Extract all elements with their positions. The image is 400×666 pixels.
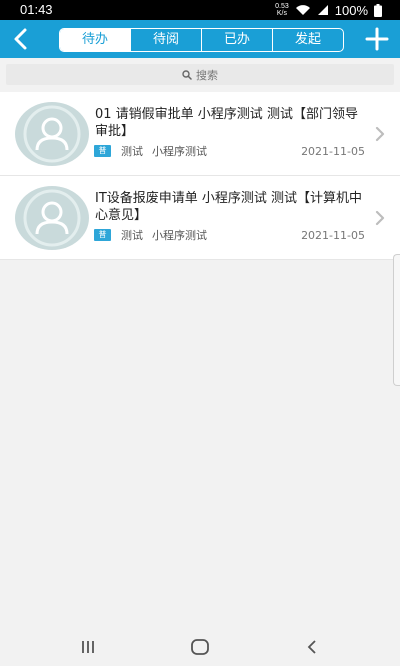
status-time: 01:43 <box>20 2 53 17</box>
list-item[interactable]: 01 请销假审批单 小程序测试 测试【部门领导审批】 普 测试 小程序测试 202… <box>0 92 400 176</box>
user-avatar-icon <box>15 102 89 166</box>
system-nav-bar <box>0 628 400 666</box>
item-date: 2021-11-05 <box>301 145 365 158</box>
system-back-button[interactable] <box>300 637 324 657</box>
tab-done[interactable]: 已办 <box>201 29 272 51</box>
signal-icon <box>317 5 328 15</box>
status-icons: 0.53 K/s 100% <box>275 1 382 19</box>
item-tag: 测试 <box>121 145 143 158</box>
list-item[interactable]: IT设备报废申请单 小程序测试 测试【计算机中心意见】 普 测试 小程序测试 20… <box>0 176 400 260</box>
item-tag: 小程序测试 <box>152 145 207 158</box>
wifi-icon <box>295 5 310 15</box>
chevron-left-icon <box>14 28 27 50</box>
priority-badge: 普 <box>94 229 111 241</box>
priority-badge: 普 <box>94 145 111 157</box>
item-meta: 测试 小程序测试 <box>121 145 207 159</box>
item-tag: 测试 <box>121 229 143 242</box>
task-list: 01 请销假审批单 小程序测试 测试【部门领导审批】 普 测试 小程序测试 202… <box>0 92 400 260</box>
search-label: 搜索 <box>196 68 218 82</box>
network-speed-value: 0.53 <box>275 3 289 10</box>
recent-apps-button[interactable] <box>76 637 100 657</box>
battery-icon <box>374 3 382 17</box>
home-button[interactable] <box>188 637 212 657</box>
item-date: 2021-11-05 <box>301 229 365 242</box>
item-title: 01 请销假审批单 小程序测试 测试【部门领导审批】 <box>95 107 358 139</box>
item-title: IT设备报废申请单 小程序测试 测试【计算机中心意见】 <box>95 191 363 223</box>
item-tag: 小程序测试 <box>152 229 207 242</box>
add-button[interactable] <box>362 24 392 54</box>
battery-level: 100% <box>334 2 368 18</box>
tab-bar: 待办 待阅 已办 发起 <box>59 28 344 52</box>
tab-to-read[interactable]: 待阅 <box>130 29 201 51</box>
status-bar: 01:43 0.53 K/s 100% <box>0 0 400 20</box>
tab-initiate[interactable]: 发起 <box>272 29 343 51</box>
recent-apps-icon <box>82 641 94 653</box>
network-speed-unit: K/s <box>276 10 287 17</box>
back-button[interactable] <box>6 24 36 54</box>
back-icon <box>307 640 316 654</box>
search-icon <box>182 69 192 80</box>
side-scroll-handle[interactable] <box>393 254 400 386</box>
chevron-right-icon <box>375 210 385 226</box>
app-header: 待办 待阅 已办 发起 <box>0 20 400 58</box>
chevron-right-icon <box>375 126 385 142</box>
tab-todo[interactable]: 待办 <box>60 29 130 51</box>
item-meta: 测试 小程序测试 <box>121 229 207 243</box>
search-bar[interactable]: 搜索 <box>6 64 394 85</box>
plus-icon <box>365 27 389 51</box>
user-avatar-icon <box>15 186 89 250</box>
network-speed: 0.53 K/s <box>275 3 289 17</box>
home-icon <box>191 639 209 655</box>
